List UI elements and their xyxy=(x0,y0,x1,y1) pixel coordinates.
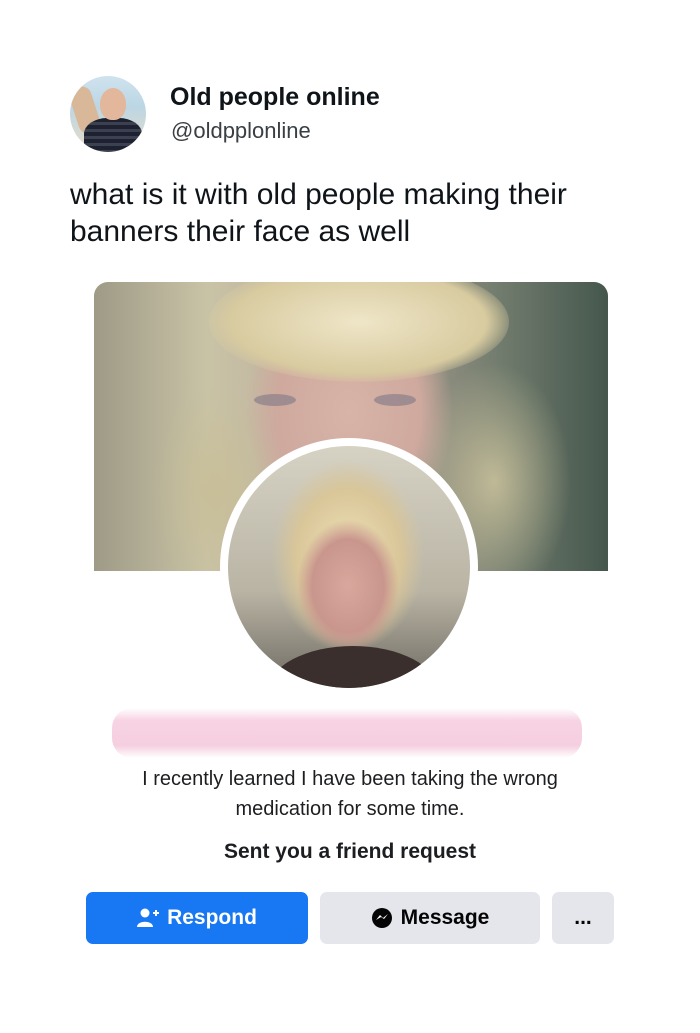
cover-left-eye xyxy=(254,394,296,406)
respond-label: Respond xyxy=(167,906,257,929)
more-options-icon: ... xyxy=(574,906,592,929)
more-options-button[interactable]: ... xyxy=(552,892,614,944)
message-label: Message xyxy=(400,906,490,929)
respond-button[interactable]: Respond xyxy=(86,892,308,944)
author-name[interactable]: Old people online xyxy=(170,83,380,112)
profile-photo xyxy=(228,446,470,688)
redacted-name xyxy=(112,708,582,758)
author-handle[interactable]: @oldpplonline xyxy=(171,118,311,144)
tweet-text: what is it with old people making their … xyxy=(70,178,567,248)
avatar-face xyxy=(100,88,126,120)
profile-shoulders xyxy=(268,646,438,688)
avatar-shirt xyxy=(84,118,142,152)
friend-request-status: Sent you a friend request xyxy=(223,840,477,863)
messenger-icon xyxy=(371,907,393,929)
cover-hair xyxy=(209,282,509,382)
cover-right-eye xyxy=(374,394,416,406)
person-add-icon xyxy=(137,908,160,928)
author-avatar[interactable] xyxy=(70,76,146,152)
message-button[interactable]: Message xyxy=(320,892,540,944)
profile-picture[interactable] xyxy=(220,438,478,696)
profile-bio: I recently learned I have been taking th… xyxy=(142,768,558,820)
